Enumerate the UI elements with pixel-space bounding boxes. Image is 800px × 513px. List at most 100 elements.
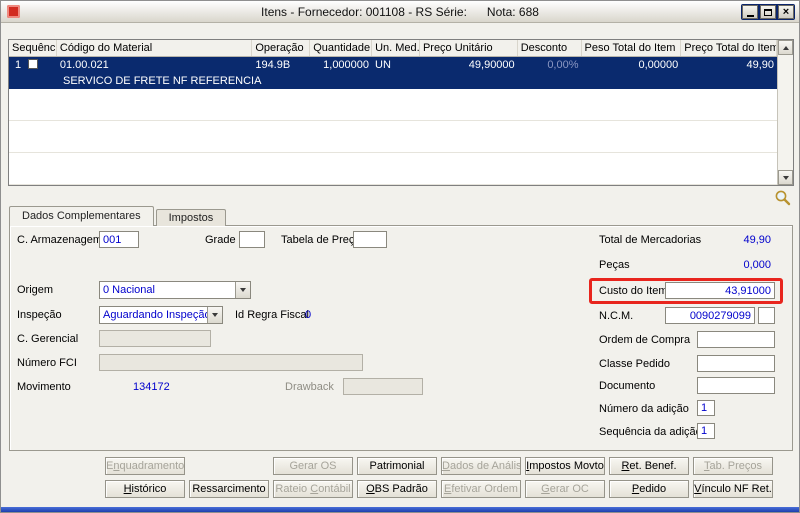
tabela-preco-label: Tabela de Preço <box>281 234 361 246</box>
grid-column-header-preco-total-do-item[interactable]: Preço Total do Item <box>681 40 778 56</box>
grid-row[interactable]: 1 01.00.021 194.9B 1,000000 UN 49,90000 0,00% 0… <box>9 57 777 73</box>
grid-column-header-preco-unitario[interactable]: Preço Unitário <box>420 40 518 56</box>
grid-cell-preco-total-item: 49,90 <box>746 59 774 71</box>
inspecao-label: Inspeção <box>17 309 62 321</box>
row-sequence-number: 1 <box>15 59 22 71</box>
grid-empty-row <box>9 153 777 185</box>
ncm-extra-input[interactable] <box>758 307 775 324</box>
button-ret-benef[interactable]: Ret. Benef. <box>609 457 689 475</box>
sequencia-adicao-label: Sequência da adição <box>599 426 702 438</box>
numero-fci-label: Número FCI <box>17 357 77 369</box>
custo-item-label: Custo do Item <box>599 285 668 297</box>
grid-cell-desconto: 0,00% <box>547 59 579 71</box>
total-mercadorias-label: Total de Mercadorias <box>599 234 702 246</box>
tab-dados-complementares[interactable]: Dados Complementares <box>9 206 154 226</box>
arrow-up-icon <box>782 45 789 50</box>
scroll-up-button[interactable] <box>778 40 793 55</box>
button-pedido[interactable]: Pedido <box>609 480 689 498</box>
button-obs-padrao[interactable]: OBS Padrão <box>357 480 437 498</box>
c-gerencial-input <box>99 330 211 347</box>
grid-column-header-desconto[interactable]: Desconto <box>518 40 582 56</box>
sequencia-adicao-input[interactable] <box>697 423 715 439</box>
ordem-compra-input[interactable] <box>697 331 775 348</box>
arrow-down-icon <box>782 175 789 180</box>
close-icon: × <box>782 5 790 18</box>
button-dados-de-analise[interactable]: Dados de Análise <box>441 457 521 475</box>
grade-label: Grade <box>205 234 236 246</box>
minimize-button[interactable] <box>742 5 758 19</box>
grade-input[interactable] <box>239 231 265 248</box>
button-patrimonial[interactable]: Patrimonial <box>357 457 437 475</box>
tab-impostos[interactable]: Impostos <box>155 209 227 226</box>
tabela-preco-input[interactable] <box>353 231 387 248</box>
ncm-input[interactable] <box>665 307 755 324</box>
grid-cell-peso-total-item: 0,00000 <box>638 59 679 71</box>
minimize-icon <box>746 14 754 17</box>
close-button[interactable]: × <box>778 5 794 19</box>
pecas-value: 0,000 <box>743 259 771 271</box>
scroll-track[interactable] <box>778 55 793 170</box>
grid-cell-operacao: 194.9B <box>255 59 291 71</box>
origem-select[interactable]: 0 Nacional <box>99 281 251 299</box>
grid-header: SequênciaCódigo do MaterialOperaçãoQuant… <box>9 40 778 57</box>
classe-pedido-input[interactable] <box>697 355 775 372</box>
button-rateio-contabil[interactable]: Rateio Contábil <box>273 480 353 498</box>
button-impostos-movto[interactable]: Impostos Movto <box>525 457 605 475</box>
grid-cell-un-med: UN <box>375 59 391 71</box>
c-armazenagem-input[interactable] <box>99 231 139 248</box>
drawback-label: Drawback <box>285 381 334 393</box>
grid-column-header-un-med[interactable]: Un. Med. <box>372 40 420 56</box>
row-checkbox[interactable] <box>28 59 39 69</box>
grid-scrollbar[interactable] <box>777 40 793 185</box>
origem-dropdown-arrow-icon <box>235 282 250 298</box>
maximize-button[interactable] <box>760 5 776 19</box>
button-gerar-oc[interactable]: Gerar OC <box>525 480 605 498</box>
ncm-label: N.C.M. <box>599 310 634 322</box>
custo-item-input[interactable] <box>665 282 775 299</box>
button-historico[interactable]: Histórico <box>105 480 185 498</box>
grid-column-header-quantidade[interactable]: Quantidade <box>310 40 373 56</box>
grid-column-header-sequencia[interactable]: Sequência <box>9 40 57 56</box>
scroll-down-button[interactable] <box>778 170 793 185</box>
id-regra-fiscal-value: 0 <box>305 309 312 321</box>
zoom-magnifier-icon[interactable] <box>774 189 792 207</box>
button-ressarcimento[interactable]: Ressarcimento <box>189 480 269 498</box>
button-tab-precos[interactable]: Tab. Preços <box>693 457 773 475</box>
origem-value: 0 Nacional <box>103 284 155 296</box>
grid-column-header-operacao[interactable]: Operação <box>252 40 311 56</box>
title-bar[interactable]: Itens - Fornecedor: 001108 - RS Série: N… <box>1 1 799 23</box>
classe-pedido-label: Classe Pedido <box>599 358 670 370</box>
grid-cell-preco-unitario: 49,90000 <box>468 59 515 71</box>
grid-body: 1 01.00.021 194.9B 1,000000 UN 49,90000 0,00% 0… <box>9 57 777 185</box>
c-armazenagem-label: C. Armazenagem <box>17 234 102 246</box>
grid-cell-codigo-material: 01.00.021 <box>59 59 109 71</box>
button-gerar-os[interactable]: Gerar OS <box>273 457 353 475</box>
inspecao-value: Aguardando Inspeção <box>103 309 207 321</box>
inspecao-dropdown-arrow-icon <box>207 307 222 323</box>
grid-column-header-peso-total-do-item[interactable]: Peso Total do Item <box>582 40 682 56</box>
grid-empty-row <box>9 121 777 153</box>
items-grid: SequênciaCódigo do MaterialOperaçãoQuant… <box>8 39 794 186</box>
numero-adicao-input[interactable] <box>697 400 715 416</box>
numero-fci-input <box>99 354 363 371</box>
c-gerencial-label: C. Gerencial <box>17 333 79 345</box>
ordem-compra-label: Ordem de Compra <box>599 334 691 346</box>
button-vinculo-nf-ret[interactable]: Vínculo NF Ret. <box>693 480 773 498</box>
id-regra-fiscal-label: Id Regra Fiscal <box>235 309 309 321</box>
app-icon <box>7 5 20 18</box>
numero-adicao-label: Número da adição <box>599 403 689 415</box>
movimento-value: 134172 <box>133 381 170 393</box>
grid-column-header-codigo-do-material[interactable]: Código do Material <box>57 40 253 56</box>
total-mercadorias-value: 49,90 <box>743 234 771 246</box>
window-bottom-border <box>1 507 799 512</box>
documento-input[interactable] <box>697 377 775 394</box>
pecas-label: Peças <box>599 259 630 271</box>
grid-row-description[interactable]: SERVICO DE FRETE NF REFERENCIA <box>9 73 777 89</box>
inspecao-select[interactable]: Aguardando Inspeção <box>99 306 223 324</box>
movimento-label: Movimento <box>17 381 71 393</box>
drawback-input <box>343 378 423 395</box>
tab-strip: Dados Complementares Impostos <box>9 206 228 226</box>
button-enquadramento[interactable]: Enquadramento <box>105 457 185 475</box>
window-controls: × <box>741 4 795 20</box>
button-efetivar-ordem[interactable]: Efetivar Ordem <box>441 480 521 498</box>
